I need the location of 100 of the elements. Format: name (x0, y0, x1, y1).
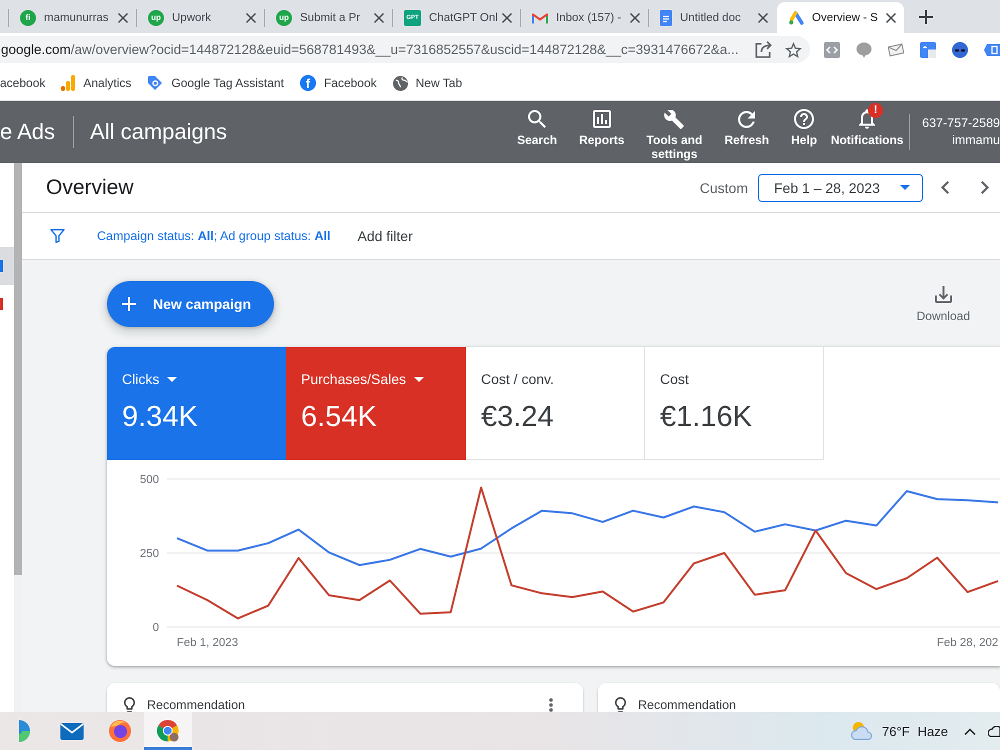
lightbulb-icon (615, 697, 626, 712)
sidebar-item[interactable] (0, 247, 14, 285)
metric-card[interactable]: Cost €1.16K (645, 347, 824, 460)
notifications-button[interactable]: ! Notifications (828, 101, 906, 161)
lightbulb-icon (124, 697, 135, 712)
more-options-icon[interactable] (549, 698, 553, 712)
alien-face-icon[interactable] (952, 42, 968, 58)
segmented-circle-icon (157, 720, 179, 742)
help-button[interactable]: Help (780, 101, 828, 161)
bookmark[interactable]: Google Tag Assistant (147, 75, 284, 91)
plus-icon[interactable] (919, 10, 933, 24)
taskbar-button[interactable] (144, 712, 192, 750)
metric-card[interactable]: Clicks 9.34K (107, 347, 286, 460)
bookmark[interactable]: acebook (0, 76, 46, 90)
globe-icon (392, 76, 408, 90)
speech-bubble-icon[interactable] (856, 42, 872, 58)
metric-value: €1.16K (660, 400, 753, 434)
card-title: Recommendation (638, 697, 736, 712)
tools-button[interactable]: Tools and settings (635, 101, 714, 161)
share-icon[interactable] (755, 41, 772, 58)
metric-label: Purchases/Sales (301, 370, 406, 388)
scrollbar[interactable] (14, 163, 22, 575)
envelope-icon (60, 722, 84, 740)
bar-chart-icon (592, 110, 611, 128)
chevron-right-icon[interactable] (981, 181, 989, 194)
tag-icon (147, 75, 164, 91)
code-icon[interactable] (824, 42, 840, 58)
metric-value: 9.34K (122, 400, 199, 434)
metric-label: Cost (660, 370, 689, 388)
download-button[interactable]: Download (916, 286, 970, 322)
browser-tab[interactable]: Inbox (157) - (521, 2, 648, 33)
caret-icon (414, 376, 424, 382)
close-icon[interactable] (886, 12, 896, 22)
wrench-icon (664, 110, 684, 128)
close-icon[interactable] (630, 12, 640, 22)
bookmark[interactable]: Analytics (61, 75, 132, 91)
swirl-icon (18, 720, 30, 742)
caret-icon (900, 185, 910, 190)
weather-condition[interactable]: Haze (918, 724, 948, 738)
axis-label: Feb 28, 202 (936, 637, 998, 649)
metric-value: €3.24 (481, 400, 555, 434)
close-icon[interactable] (502, 12, 512, 22)
label-icon[interactable] (984, 42, 1000, 56)
card-title: Recommendation (147, 697, 245, 712)
tile-icon[interactable] (920, 42, 936, 58)
weather-temperature[interactable]: 76°F (882, 724, 910, 738)
browser-tab[interactable]: Untitled doc (649, 2, 776, 33)
refresh-icon (738, 110, 756, 128)
address-field[interactable]: google.com/aw/overview?ocid=144872128&euid=568781493&__u=7316852557&uscid=144872128&__c=3931476672&a... (0, 36, 810, 63)
metric-label: Clicks (122, 370, 160, 388)
close-icon[interactable] (246, 12, 256, 22)
alert-badge: ! (868, 103, 884, 118)
add-filter-button[interactable]: Add filter (357, 228, 413, 244)
filter-icon[interactable] (50, 229, 65, 243)
metric-card[interactable]: Cost / conv. €3.24 (466, 347, 645, 460)
bookmark[interactable]: New Tab (392, 76, 462, 90)
star-icon[interactable] (785, 42, 802, 58)
refresh-button[interactable]: Refresh (713, 101, 780, 161)
page-heading: Overview (46, 176, 134, 200)
axis-label: 0 (152, 622, 159, 634)
page-title: All campaigns (90, 119, 227, 145)
caret-icon (167, 376, 178, 382)
browser-tab[interactable]: up Submit a Pr (265, 2, 392, 33)
search-icon (528, 110, 546, 128)
browser-tab[interactable]: up Upwork (137, 2, 264, 33)
new-campaign-button[interactable]: New campaign (107, 281, 274, 327)
download-icon (934, 286, 952, 302)
help-icon (794, 109, 814, 129)
close-icon[interactable] (374, 12, 384, 22)
bar-chart-icon (61, 75, 76, 91)
plus-icon (122, 297, 136, 311)
mail-icon (532, 12, 548, 24)
bookmark[interactable]: f Facebook (300, 75, 377, 91)
metric-card[interactable]: Purchases/Sales 6.54K (286, 347, 466, 460)
browser-tab[interactable]: Overview - S (777, 2, 904, 33)
flame-globe-icon (109, 720, 131, 742)
close-icon[interactable] (118, 12, 128, 22)
site-logo: f (300, 75, 316, 91)
metric-label: Cost / conv. (481, 370, 554, 388)
cloud-icon[interactable] (988, 726, 1000, 736)
filter-status-link[interactable]: Campaign status: All; Ad group status: All (97, 229, 330, 243)
date-preset-label: Custom (700, 180, 748, 196)
product-name: e Ads (0, 119, 56, 145)
axis-label: 500 (140, 474, 159, 486)
site-logo: fi (20, 10, 36, 26)
close-icon[interactable] (758, 12, 768, 22)
axis-label: 250 (140, 548, 159, 560)
reports-button[interactable]: Reports (568, 101, 636, 161)
logo-icon (788, 10, 804, 24)
site-logo: up (276, 10, 292, 26)
date-range-dropdown[interactable]: Feb 1 – 28, 2023 (758, 174, 923, 202)
account-name: immamu (951, 132, 1000, 149)
chevron-up-icon[interactable] (964, 728, 976, 734)
metric-value: 6.54K (301, 400, 378, 434)
site-logo: up (148, 10, 164, 26)
search-button[interactable]: Search (506, 101, 568, 161)
browser-tab[interactable]: fi mamunurras (9, 2, 136, 33)
chevron-left-icon[interactable] (941, 181, 949, 194)
axis-label: Feb 1, 2023 (176, 637, 238, 649)
envelope-icon[interactable] (888, 42, 904, 58)
